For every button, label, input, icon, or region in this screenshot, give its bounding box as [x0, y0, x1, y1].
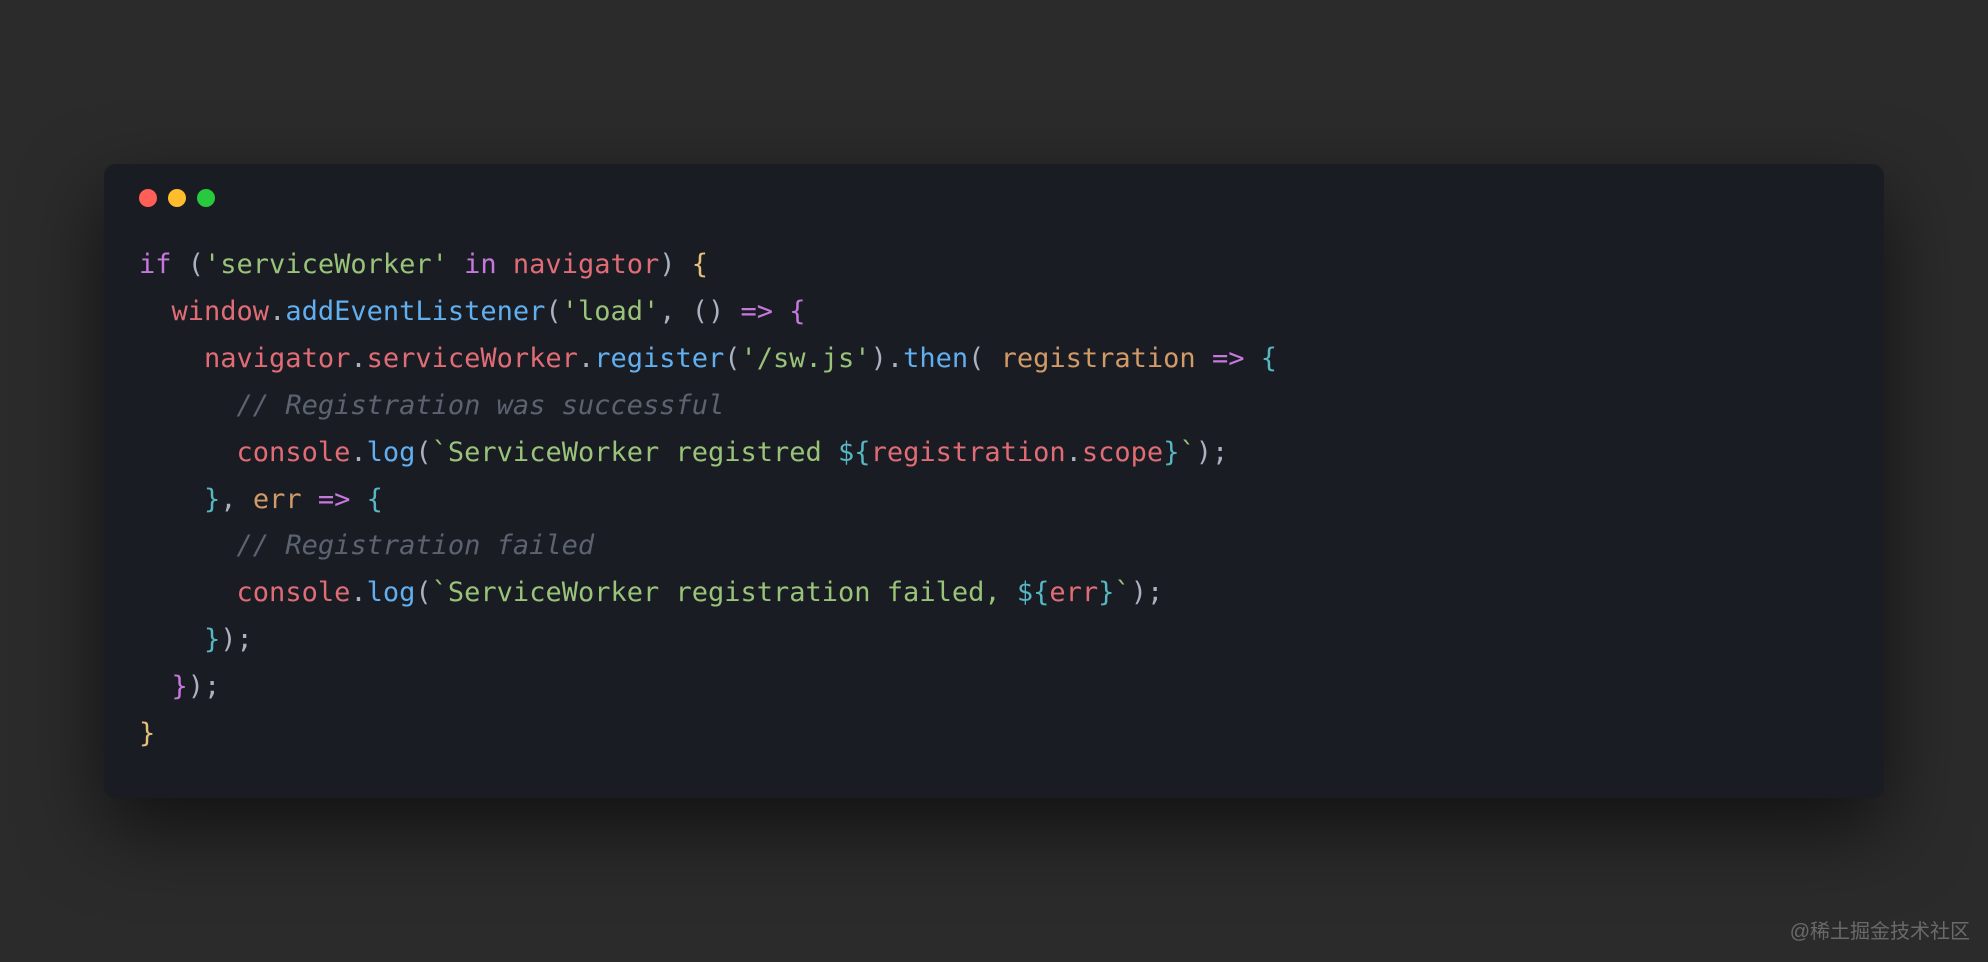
window-controls [139, 189, 1849, 207]
code-token: registration [1001, 343, 1196, 374]
code-token: if [139, 249, 172, 280]
code-token [139, 437, 237, 468]
code-token: `ServiceWorker registred [432, 437, 838, 468]
code-token: in [464, 249, 497, 280]
code-token: ( [545, 296, 561, 327]
code-token: => [1212, 343, 1245, 374]
code-token: ( [415, 437, 431, 468]
code-token: navigator [204, 343, 350, 374]
code-token: console [237, 577, 351, 608]
code-token [1244, 343, 1260, 374]
code-token: { [1261, 343, 1277, 374]
code-token: , () [659, 296, 740, 327]
code-token: scope [1082, 437, 1163, 468]
code-token [302, 484, 318, 515]
code-token [448, 249, 464, 280]
code-token: err [253, 484, 302, 515]
code-token: ); [220, 624, 253, 655]
code-token: ) [659, 249, 692, 280]
code-token: ( [172, 249, 205, 280]
code-token [139, 530, 237, 561]
code-token: `ServiceWorker registration failed, [432, 577, 1017, 608]
code-token: ( [968, 343, 1001, 374]
code-token: ); [1196, 437, 1229, 468]
code-token: err [1049, 577, 1098, 608]
code-token: ${ [838, 437, 871, 468]
code-token: { [789, 296, 805, 327]
code-token [773, 296, 789, 327]
code-token: ( [724, 343, 740, 374]
code-token: serviceWorker [367, 343, 578, 374]
code-token: . [1066, 437, 1082, 468]
code-token [139, 343, 204, 374]
code-token: => [318, 484, 351, 515]
code-token: ). [871, 343, 904, 374]
code-token: // Registration failed [237, 530, 595, 561]
code-token [1196, 343, 1212, 374]
code-token: // Registration was successful [237, 390, 725, 421]
code-token [139, 577, 237, 608]
code-token: . [350, 437, 366, 468]
code-token: . [269, 296, 285, 327]
code-block: if ('serviceWorker' in navigator) { wind… [139, 242, 1849, 759]
minimize-icon[interactable] [168, 189, 186, 207]
code-token: } [1163, 437, 1179, 468]
code-token: } [139, 718, 155, 749]
code-token: => [741, 296, 774, 327]
code-token: navigator [513, 249, 659, 280]
code-token: ` [1114, 577, 1130, 608]
code-token [350, 484, 366, 515]
code-token: log [367, 577, 416, 608]
maximize-icon[interactable] [197, 189, 215, 207]
code-token: , [220, 484, 253, 515]
code-window: if ('serviceWorker' in navigator) { wind… [104, 164, 1884, 799]
code-token: registration [871, 437, 1066, 468]
code-token: . [350, 577, 366, 608]
code-token: addEventListener [285, 296, 545, 327]
code-token: console [237, 437, 351, 468]
code-token: then [903, 343, 968, 374]
code-token: } [1098, 577, 1114, 608]
code-token: } [172, 671, 188, 702]
code-token: ); [1131, 577, 1164, 608]
code-token: log [367, 437, 416, 468]
code-token: . [578, 343, 594, 374]
close-icon[interactable] [139, 189, 157, 207]
code-token [139, 484, 204, 515]
code-token: ); [188, 671, 221, 702]
code-token [139, 390, 237, 421]
code-token: { [692, 249, 708, 280]
code-token: ${ [1017, 577, 1050, 608]
code-token: } [204, 484, 220, 515]
code-token: ` [1179, 437, 1195, 468]
code-token: { [367, 484, 383, 515]
code-token: 'load' [562, 296, 660, 327]
code-token: ( [415, 577, 431, 608]
code-token [497, 249, 513, 280]
code-token: 'serviceWorker' [204, 249, 448, 280]
watermark: @稀土掘金技术社区 [1790, 915, 1970, 944]
code-token: } [204, 624, 220, 655]
code-token: . [350, 343, 366, 374]
code-token [139, 671, 172, 702]
code-token: '/sw.js' [741, 343, 871, 374]
code-token: window [172, 296, 270, 327]
code-token [139, 296, 172, 327]
code-token [139, 624, 204, 655]
code-token: register [594, 343, 724, 374]
